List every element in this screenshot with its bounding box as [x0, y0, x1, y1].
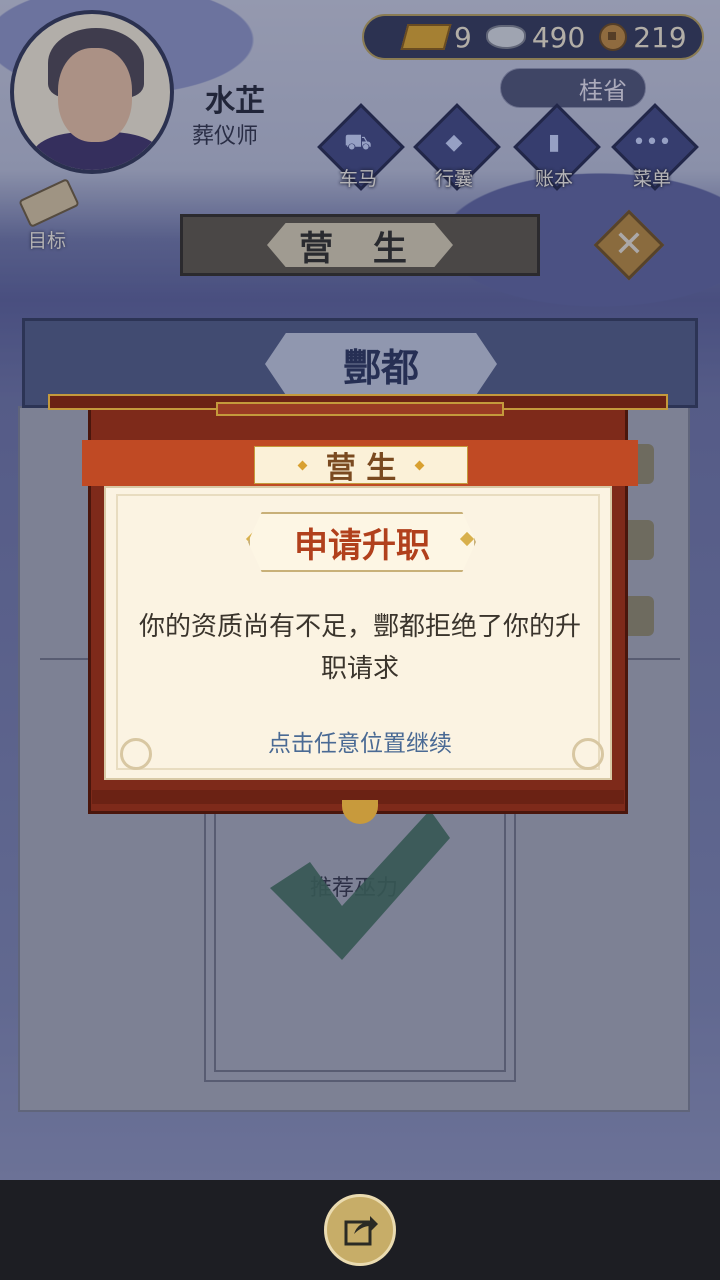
dialog-message: 你的资质尚有不足，酆都拒绝了你的升职请求 [138, 612, 581, 684]
dialog-title: 申请升职 [248, 512, 476, 572]
share-button[interactable] [324, 1194, 396, 1266]
dialog-header: 营 生 [82, 440, 638, 486]
dialog-body[interactable]: 申请升职 你的资质尚有不足，酆都拒绝了你的升职请求 点击任意位置继续 [104, 486, 612, 780]
corner-ornament-icon [572, 738, 604, 770]
corner-ornament-icon [120, 738, 152, 770]
dialog-header-tag: 营 生 [254, 446, 468, 486]
share-icon [344, 1216, 378, 1246]
dialog-top-ornament [216, 402, 504, 416]
continue-hint[interactable]: 点击任意位置继续 [106, 724, 614, 758]
dialog-header-label: 营 生 [325, 451, 397, 486]
